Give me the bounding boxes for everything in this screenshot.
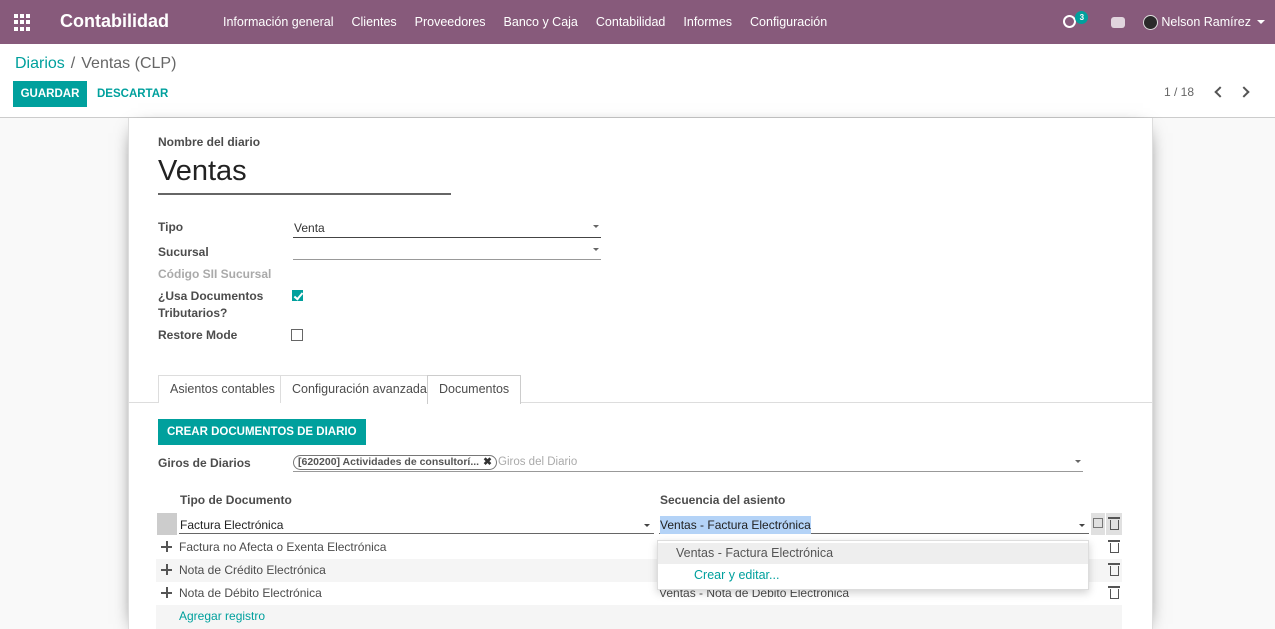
restore-mode-checkbox[interactable] [291, 329, 303, 341]
drag-handle-icon[interactable] [161, 541, 172, 552]
tipo-value: Venta [294, 221, 325, 235]
menu-contabilidad[interactable]: Contabilidad [587, 0, 675, 44]
close-icon[interactable]: ✖ [483, 456, 492, 468]
autocomplete-option[interactable]: Ventas - Factura Electrónica [658, 543, 1088, 564]
pager: 1 / 18 [1164, 85, 1256, 99]
tab-asientos-contables[interactable]: Asientos contables [158, 375, 287, 403]
chevron-left-icon[interactable] [1214, 86, 1226, 98]
dropdown-caret-icon [644, 524, 650, 527]
trash-icon[interactable] [1108, 540, 1120, 553]
activity-menu[interactable]: 3 [1063, 0, 1093, 44]
discard-button[interactable]: DESCARTAR [97, 81, 168, 107]
create-documents-button[interactable]: CREAR DOCUMENTOS DE DIARIO [158, 419, 366, 445]
add-line-row [156, 605, 1122, 629]
menu-clientes[interactable]: Clientes [342, 0, 405, 44]
dropdown-caret-icon [1079, 524, 1085, 527]
codigo-sii-label: Código SII Sucursal [158, 267, 272, 281]
tipo-documento-value: Factura Electrónica [180, 518, 284, 532]
chat-icon[interactable] [1111, 16, 1126, 28]
journal-name-input[interactable]: Ventas [158, 153, 451, 195]
column-secuencia[interactable]: Secuencia del asiento [660, 493, 785, 507]
caret-down-icon [1257, 20, 1265, 24]
giro-tag: [620200] Actividades de consultorí... ✖ [293, 455, 497, 470]
menu-proveedores[interactable]: Proveedores [406, 0, 495, 44]
pager-value[interactable]: 1 / 18 [1164, 85, 1194, 99]
tipo-documento-input[interactable]: Factura Electrónica [179, 514, 654, 534]
trash-icon [1108, 517, 1120, 530]
tab-configuracion-avanzada[interactable]: Configuración avanzada [280, 375, 439, 403]
user-name: Nelson Ramírez [1161, 15, 1251, 29]
row-selector[interactable] [157, 513, 177, 535]
menu-configuracion[interactable]: Configuración [741, 0, 836, 44]
control-panel: Diarios / Ventas (CLP) GUARDAR DESCARTAR 1… [0, 44, 1275, 118]
restore-mode-label: Restore Mode [158, 328, 238, 342]
avatar [1143, 14, 1159, 30]
main-menu: Información general Clientes Proveedores… [214, 0, 836, 44]
external-link-icon [1093, 518, 1103, 528]
tab-documentos[interactable]: Documentos [427, 375, 522, 404]
giros-field[interactable]: [620200] Actividades de consultorí... ✖ G… [293, 453, 1083, 472]
tipo-label: Tipo [158, 220, 184, 234]
apps-grid-icon[interactable] [14, 14, 31, 31]
sucursal-select[interactable] [293, 242, 601, 260]
breadcrumb-separator: / [70, 55, 76, 72]
usa-documentos-label-2: Tributarios? [158, 306, 228, 320]
drag-handle-icon[interactable] [161, 564, 172, 575]
sucursal-label: Sucursal [158, 245, 209, 259]
breadcrumb-current: Ventas (CLP) [81, 55, 177, 72]
breadcrumb-parent[interactable]: Diarios [15, 55, 65, 72]
usa-documentos-label-1: ¿Usa Documentos [158, 289, 264, 303]
activity-badge: 3 [1075, 11, 1089, 24]
drag-handle-icon[interactable] [161, 587, 172, 598]
systray: 3 Nelson Ramírez [1063, 0, 1275, 44]
dropdown-caret-icon [593, 248, 599, 251]
menu-informes[interactable]: Informes [674, 0, 741, 44]
trash-icon[interactable] [1108, 586, 1120, 599]
breadcrumb: Diarios / Ventas (CLP) [15, 55, 176, 73]
create-and-edit-option[interactable]: Crear y editar... [694, 568, 779, 582]
secuencia-input[interactable]: Ventas - Factura Electrónica [659, 514, 1089, 534]
chevron-right-icon[interactable] [1238, 86, 1250, 98]
usa-documentos-checkbox[interactable] [292, 290, 303, 301]
secuencia-value: Ventas - Factura Electrónica [660, 516, 811, 534]
journal-name-label: Nombre del diario [158, 135, 261, 149]
delete-row-button[interactable] [1106, 513, 1122, 535]
dropdown-caret-icon [1075, 460, 1081, 463]
menu-banco-y-caja[interactable]: Banco y Caja [495, 0, 587, 44]
row-tipo: Factura no Afecta o Exenta Electrónica [179, 540, 387, 554]
row-tipo: Nota de Crédito Electrónica [179, 563, 326, 577]
external-button[interactable] [1091, 513, 1105, 535]
top-navbar: Contabilidad Información general Cliente… [0, 0, 1275, 44]
add-line-link[interactable]: Agregar registro [179, 609, 265, 623]
column-tipo-documento[interactable]: Tipo de Documento [180, 493, 292, 507]
trash-icon[interactable] [1108, 563, 1120, 576]
giro-tag-text: [620200] Actividades de consultorí... [298, 456, 480, 468]
save-button[interactable]: GUARDAR [13, 81, 87, 107]
tipo-select[interactable]: Venta [293, 219, 601, 238]
row-tipo: Nota de Débito Electrónica [179, 586, 322, 600]
autocomplete-dropdown: Ventas - Factura Electrónica Crear y edi… [657, 540, 1089, 590]
app-title[interactable]: Contabilidad [60, 11, 169, 32]
giros-placeholder[interactable]: Giros del Diario [498, 456, 577, 468]
dropdown-caret-icon [593, 225, 599, 228]
menu-informacion-general[interactable]: Información general [214, 0, 342, 44]
user-menu[interactable]: Nelson Ramírez [1143, 14, 1265, 30]
giros-label: Giros de Diarios [158, 456, 251, 470]
